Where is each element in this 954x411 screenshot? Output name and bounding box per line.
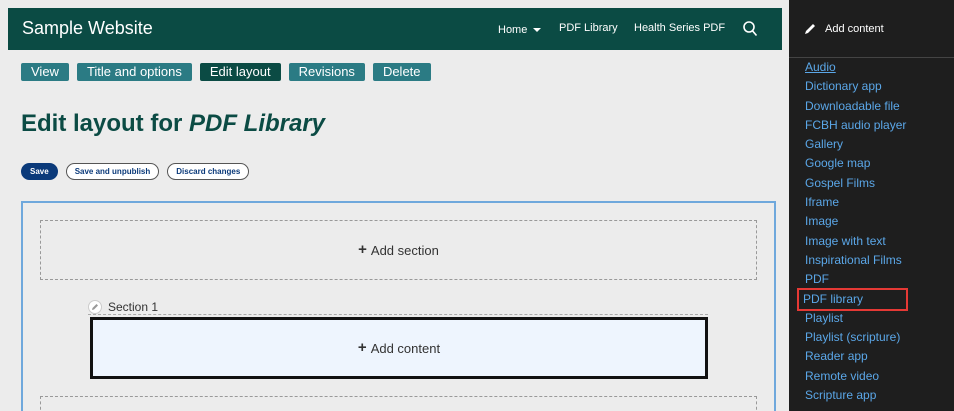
off-canvas-sidebar: Add content Audio Dictionary app Downloa…: [789, 0, 954, 411]
pencil-icon[interactable]: [88, 300, 102, 314]
add-content-label[interactable]: Add content: [371, 341, 440, 356]
block-link-remote-video[interactable]: Remote video: [805, 367, 906, 386]
nav-home[interactable]: Home: [498, 22, 542, 38]
plus-icon: +: [357, 339, 367, 356]
block-link-fcbh-audio-player[interactable]: FCBH audio player: [805, 116, 906, 135]
tab-revisions[interactable]: Revisions: [288, 63, 365, 81]
block-link-reader-app[interactable]: Reader app: [805, 347, 906, 366]
plus-icon: +: [358, 241, 367, 258]
nav-health-series[interactable]: Health Series PDF: [634, 22, 725, 38]
block-link-downloadable-file[interactable]: Downloadable file: [805, 97, 906, 116]
block-link-pdf-library[interactable]: PDF library: [796, 287, 909, 311]
add-content-block[interactable]: + Add content: [90, 317, 708, 379]
sidebar-title: Add content: [825, 22, 884, 35]
section-divider: [88, 314, 708, 315]
page-title-prefix: Edit layout for: [21, 110, 189, 137]
block-link-pdf[interactable]: PDF: [805, 270, 906, 289]
nav-home-label[interactable]: Home: [498, 24, 527, 36]
block-link-iframe[interactable]: Iframe: [805, 193, 906, 212]
block-link-image[interactable]: Image: [805, 212, 906, 231]
block-link-image-with-text[interactable]: Image with text: [805, 232, 906, 251]
block-link-gospel-films[interactable]: Gospel Films: [805, 174, 906, 193]
block-link-playlist[interactable]: Playlist: [805, 309, 906, 328]
block-link-inspirational-films[interactable]: Inspirational Films: [805, 251, 906, 270]
form-actions: Save Save and unpublish Discard changes: [21, 163, 250, 180]
save-button[interactable]: Save: [21, 163, 58, 180]
page-title-node: PDF Library: [189, 110, 326, 137]
local-tabs: View Title and options Edit layout Revis…: [21, 63, 431, 81]
chevron-down-icon[interactable]: [533, 28, 542, 32]
tab-view[interactable]: View: [21, 63, 69, 81]
site-name[interactable]: Sample Website: [22, 18, 153, 39]
save-and-unpublish-button[interactable]: Save and unpublish: [65, 163, 160, 180]
page-title: Edit layout for PDF Library: [21, 110, 325, 138]
add-section-label[interactable]: Add section: [371, 243, 439, 258]
block-link-google-map[interactable]: Google map: [805, 154, 906, 173]
nav-pdf-library[interactable]: PDF Library: [559, 22, 618, 38]
block-link-gallery[interactable]: Gallery: [805, 135, 906, 154]
search-icon[interactable]: [742, 20, 758, 38]
section-configure[interactable]: Section 1: [88, 300, 158, 314]
block-link-playlist-scripture[interactable]: Playlist (scripture): [805, 328, 906, 347]
pencil-icon: [805, 23, 815, 34]
tab-edit-layout[interactable]: Edit layout: [199, 63, 281, 81]
block-link-audio[interactable]: Audio: [805, 58, 906, 77]
sidebar-header: Add content: [789, 0, 954, 58]
add-section-link[interactable]: [40, 396, 757, 411]
section-label[interactable]: Section 1: [108, 300, 158, 314]
discard-changes-button[interactable]: Discard changes: [167, 163, 250, 180]
tab-delete[interactable]: Delete: [372, 63, 431, 81]
add-section-link[interactable]: + Add section: [40, 220, 757, 280]
block-list: Audio Dictionary app Downloadable file F…: [796, 58, 909, 405]
block-link-dictionary-app[interactable]: Dictionary app: [805, 77, 906, 96]
block-link-scripture-app[interactable]: Scripture app: [805, 386, 906, 405]
tab-title-and-options[interactable]: Title and options: [76, 63, 192, 81]
site-header: Sample Website Home PDF Library Health S…: [8, 8, 782, 50]
